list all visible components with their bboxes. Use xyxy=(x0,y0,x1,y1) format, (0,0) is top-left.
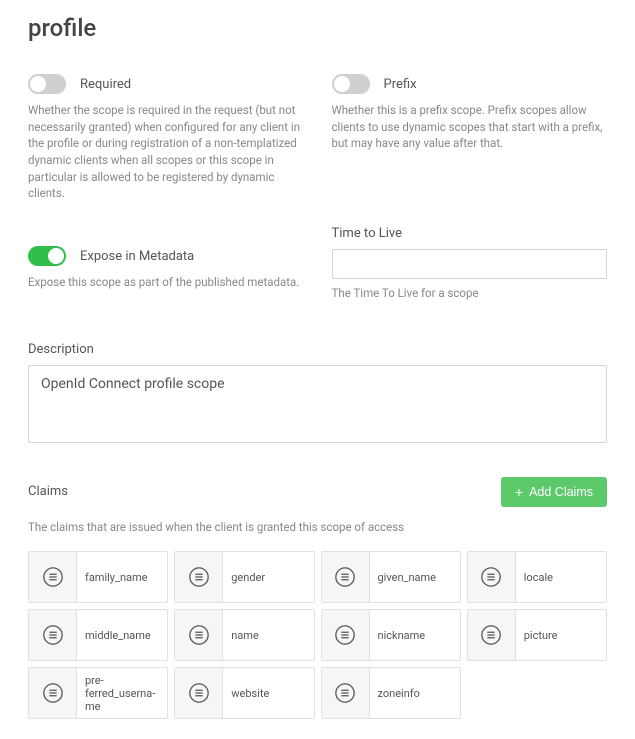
claims-label: Claims xyxy=(28,484,68,499)
claim-label: nickname xyxy=(370,610,460,660)
claim-label: middle_name xyxy=(77,610,167,660)
claims-grid: family_name gender given_name locale middle_… xyxy=(28,551,607,719)
description-textarea[interactable] xyxy=(28,365,607,443)
list-icon xyxy=(175,668,223,718)
toggle-knob xyxy=(48,248,64,264)
toggle-knob xyxy=(334,76,350,92)
list-icon xyxy=(29,668,77,718)
ttl-input[interactable] xyxy=(332,249,608,279)
required-toggle[interactable] xyxy=(28,74,66,94)
expose-metadata-label: Expose in Metadata xyxy=(80,249,194,264)
claim-label: given_name xyxy=(370,552,460,602)
claim-card[interactable]: name xyxy=(174,609,314,661)
add-claims-button-label: Add Claims xyxy=(529,485,593,499)
claim-label: zoneinfo xyxy=(370,668,460,718)
claim-card[interactable]: zoneinfo xyxy=(321,667,461,719)
page-title: profile xyxy=(28,14,607,42)
list-icon xyxy=(29,552,77,602)
claim-card[interactable]: nickname xyxy=(321,609,461,661)
expose-metadata-toggle[interactable] xyxy=(28,246,66,266)
claim-card[interactable]: website xyxy=(174,667,314,719)
claim-label: family_name xyxy=(77,552,167,602)
list-icon xyxy=(175,552,223,602)
claim-label: website xyxy=(223,668,313,718)
list-icon xyxy=(175,610,223,660)
prefix-toggle[interactable] xyxy=(332,74,370,94)
claim-label: gender xyxy=(223,552,313,602)
list-icon xyxy=(322,668,370,718)
list-icon xyxy=(322,610,370,660)
list-icon xyxy=(29,610,77,660)
claim-card[interactable]: given_name xyxy=(321,551,461,603)
claim-label: picture xyxy=(516,610,606,660)
ttl-label: Time to Live xyxy=(332,226,608,241)
list-icon xyxy=(468,610,516,660)
description-label: Description xyxy=(28,342,607,357)
toggle-knob xyxy=(30,76,46,92)
list-icon xyxy=(322,552,370,602)
expose-metadata-help: Expose this scope as part of the publish… xyxy=(28,274,304,291)
plus-icon: + xyxy=(515,485,523,499)
claim-card[interactable]: family_name xyxy=(28,551,168,603)
claim-card[interactable]: gender xyxy=(174,551,314,603)
claim-card[interactable]: picture xyxy=(467,609,607,661)
prefix-label: Prefix xyxy=(384,77,417,92)
claim-card[interactable]: pre­ferred_userna­me xyxy=(28,667,168,719)
claim-label: pre­ferred_userna­me xyxy=(77,668,167,718)
claim-card[interactable]: locale xyxy=(467,551,607,603)
add-claims-button[interactable]: + Add Claims xyxy=(501,477,607,507)
required-label: Required xyxy=(80,77,131,92)
claim-label: name xyxy=(223,610,313,660)
claim-card[interactable]: middle_name xyxy=(28,609,168,661)
claims-help: The claims that are issued when the clie… xyxy=(28,519,607,536)
claim-label: locale xyxy=(516,552,606,602)
prefix-help: Whether this is a prefix scope. Prefix s… xyxy=(332,102,608,152)
list-icon xyxy=(468,552,516,602)
required-help: Whether the scope is required in the req… xyxy=(28,102,304,202)
ttl-help: The Time To Live for a scope xyxy=(332,285,608,302)
